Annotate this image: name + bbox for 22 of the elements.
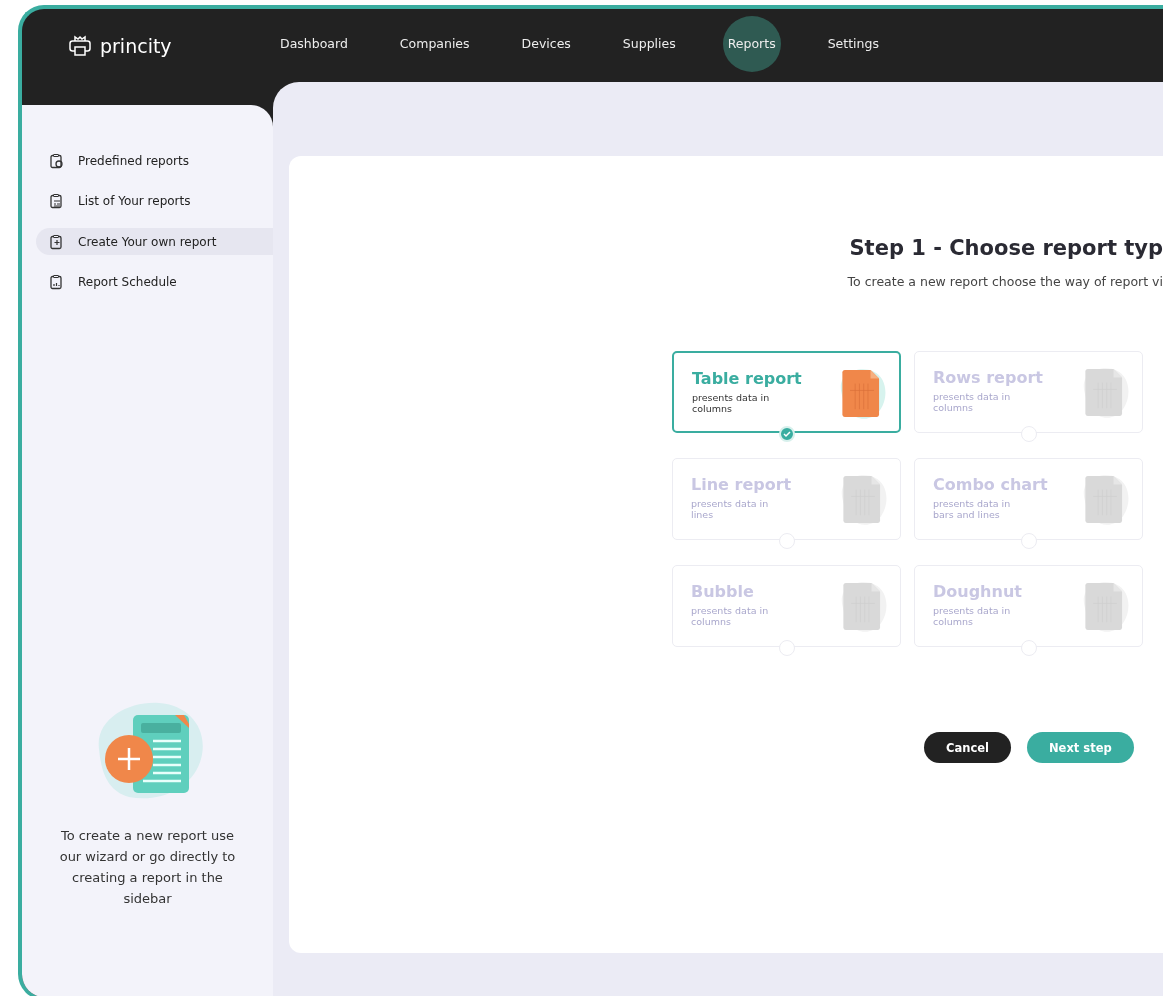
document-icon: [48, 274, 64, 290]
sidebar-item[interactable]: Create Your own report: [36, 228, 273, 255]
brand-name: princity: [100, 34, 172, 57]
document-icon: [48, 233, 64, 250]
wizard-subtitle: To create a new report choose the way of report vi: [847, 274, 1163, 289]
sidebar-item[interactable]: Predefined reports: [36, 147, 273, 174]
check-icon: [782, 430, 791, 438]
sidebar-item[interactable]: List of Your reports: [36, 187, 273, 215]
wizard-title: Step 1 - Choose report typ: [849, 236, 1163, 260]
nav-tab[interactable]: Devices: [521, 30, 571, 57]
sidebar-item[interactable]: Report Schedule: [36, 268, 273, 296]
nav-tab[interactable]: Dashboard: [280, 30, 348, 57]
document-icon: [48, 193, 64, 209]
printer-icon: [68, 34, 92, 57]
nav-tab[interactable]: Settings: [827, 30, 879, 57]
promo-text: To create a new report use our wizard or go directly to creating a report in the sidebar: [58, 827, 237, 908]
cancel-button[interactable]: Cancel: [924, 732, 1011, 763]
report-type-option[interactable]: Table report presents data in columns: [672, 351, 901, 433]
nav-tab[interactable]: Reports: [727, 30, 776, 57]
nav-tab[interactable]: Supplies: [622, 30, 676, 57]
nav-tab[interactable]: Companies: [399, 30, 470, 57]
document-icon: [48, 152, 64, 169]
